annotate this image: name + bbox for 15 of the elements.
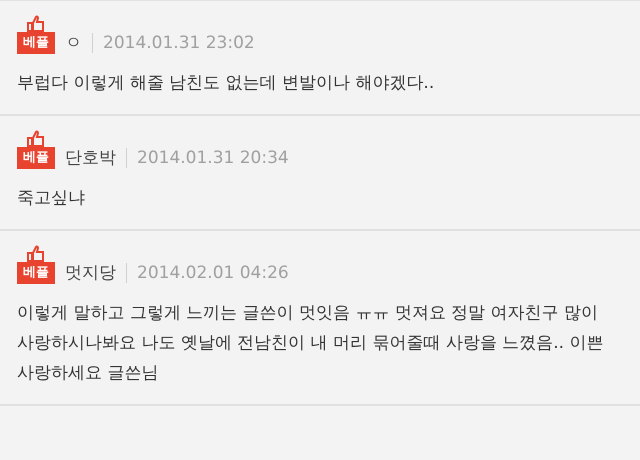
comment-date: 2014.01.31 20:34 (137, 147, 289, 169)
best-reply-badge: 베플 (17, 262, 55, 284)
comment-date: 2014.01.31 23:02 (103, 32, 255, 54)
best-reply-badge: 베플 (17, 32, 55, 54)
comment-text: 이렇게 말하고 그렇게 느끼는 글쓴이 멋잇음 ㅠㅠ 멋져요 정말 여자친구 많이 사랑하시나봐요 나도 옛날에 전남친이 내 머리 묶어줄때 사랑을 느꼈음.. 이쁜사랑하세요 글쓴님 (17, 302, 604, 385)
best-reply-badge: 베플 (17, 147, 55, 169)
thumbs-up-icon (26, 130, 46, 147)
thumbs-up-icon (26, 15, 46, 32)
comment-author: ㅇ (65, 32, 82, 54)
comment-author: 단호박 (65, 147, 116, 169)
comment-date: 2014.02.01 04:26 (137, 262, 289, 284)
thumbs-up-icon (26, 245, 46, 262)
comment-author: 멋지당 (65, 262, 116, 284)
comment-text: 부럽다 이렇게 해줄 남친도 없는데 변발이나 해야겠다.. (17, 72, 436, 95)
comment-text: 죽고싶냐 (17, 187, 86, 210)
